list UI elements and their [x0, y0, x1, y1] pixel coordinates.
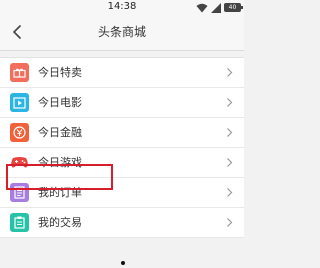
gamepad-icon — [10, 153, 29, 172]
menu-item-today-sale[interactable]: 今日特卖 — [0, 58, 244, 88]
menu-item-my-orders[interactable]: 我的订单 — [0, 178, 244, 208]
chevron-right-icon — [227, 188, 233, 197]
chevron-right-icon — [227, 158, 233, 167]
battery-icon: 40 — [224, 3, 243, 12]
menu-item-label: 今日金融 — [38, 126, 82, 139]
menu-item-label: 今日特卖 — [38, 66, 82, 79]
menu-list: 今日特卖 今日电影 今日金融 今日游戏 我的订单 我的交易 — [0, 57, 244, 238]
menu-item-today-game[interactable]: 今日游戏 — [0, 148, 244, 178]
menu-item-label: 今日游戏 — [38, 156, 82, 169]
sale-tag-icon — [10, 63, 29, 82]
menu-item-today-finance[interactable]: 今日金融 — [0, 118, 244, 148]
menu-item-label: 今日电影 — [38, 96, 82, 109]
menu-item-label: 我的订单 — [38, 186, 82, 199]
signal-icon — [211, 2, 221, 13]
menu-item-label: 我的交易 — [38, 216, 82, 229]
scroll-indicator-dot — [121, 261, 125, 265]
status-bar: 14:38 40 — [0, 0, 244, 15]
menu-item-today-movie[interactable]: 今日电影 — [0, 88, 244, 118]
nav-bar: 头条商城 — [0, 15, 244, 51]
menu-item-my-trades[interactable]: 我的交易 — [0, 208, 244, 238]
chevron-right-icon — [227, 218, 233, 227]
chevron-right-icon — [227, 98, 233, 107]
order-list-icon — [10, 183, 29, 202]
status-icons: 40 — [196, 2, 243, 13]
chevron-right-icon — [227, 68, 233, 77]
page-title: 头条商城 — [97, 25, 146, 39]
yen-icon — [10, 123, 29, 142]
chevron-right-icon — [227, 128, 233, 137]
wifi-icon — [196, 3, 208, 12]
film-icon — [10, 93, 29, 112]
trade-clipboard-icon — [10, 213, 29, 232]
